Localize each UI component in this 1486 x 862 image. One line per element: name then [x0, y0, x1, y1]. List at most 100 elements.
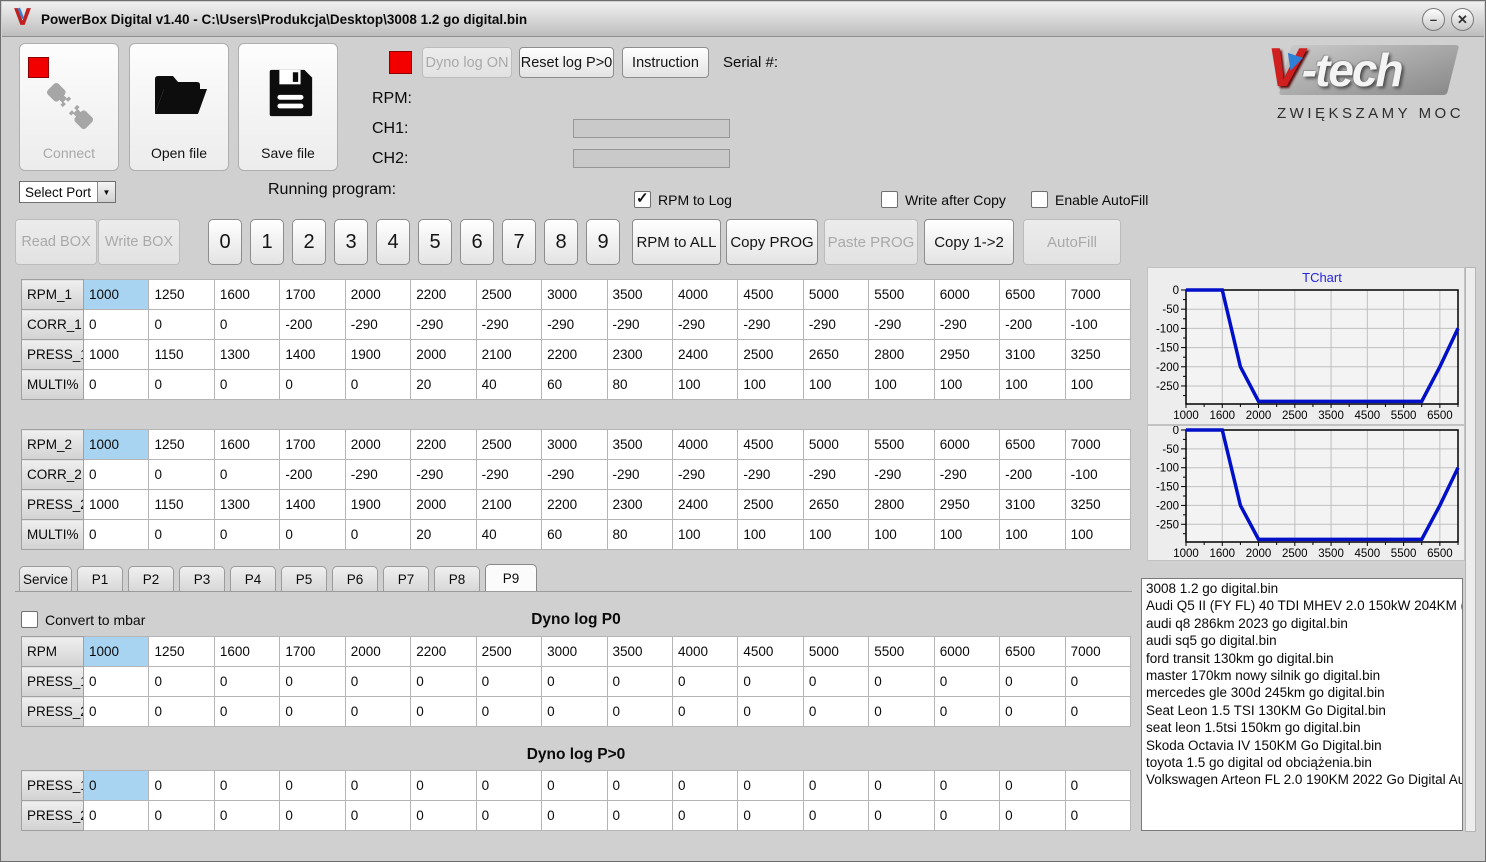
- digit-button-7[interactable]: 7: [502, 219, 536, 265]
- table-cell[interactable]: -290: [344, 459, 412, 490]
- table-cell[interactable]: 0: [802, 800, 870, 831]
- table-cell[interactable]: -290: [410, 309, 477, 340]
- file-list-item[interactable]: mercedes gle 300d 245km go digital.bin: [1146, 684, 1462, 701]
- table-cell[interactable]: 0: [802, 696, 870, 727]
- file-list-item[interactable]: audi q8 286km 2023 go digital.bin: [1146, 615, 1462, 632]
- table-cell[interactable]: 2000: [344, 429, 412, 460]
- table-cell[interactable]: 100: [868, 369, 935, 400]
- table-cell[interactable]: 1700: [279, 429, 346, 460]
- table-cell[interactable]: 0: [279, 696, 346, 727]
- table-cell[interactable]: 6500: [999, 636, 1066, 667]
- table-cell[interactable]: -290: [868, 309, 935, 340]
- table-cell[interactable]: 0: [1064, 770, 1132, 801]
- tab-p1[interactable]: P1: [77, 566, 124, 592]
- table-cell[interactable]: -290: [475, 309, 543, 340]
- reset-log-button[interactable]: Reset log P>0: [519, 47, 614, 78]
- table-cell[interactable]: 2200: [410, 279, 477, 310]
- table-cell[interactable]: -290: [933, 309, 1001, 340]
- table-cell[interactable]: 0: [475, 800, 543, 831]
- table-cell[interactable]: 3000: [541, 636, 608, 667]
- table-cell[interactable]: 0: [541, 800, 608, 831]
- table-cell[interactable]: 2300: [606, 489, 673, 520]
- table-cell[interactable]: 0: [1064, 800, 1132, 831]
- table-cell[interactable]: 0: [737, 770, 804, 801]
- table-cell[interactable]: 4000: [671, 636, 739, 667]
- table-cell[interactable]: 0: [148, 666, 215, 697]
- table-cell[interactable]: -100: [1064, 309, 1132, 340]
- table-cell[interactable]: 1000: [82, 339, 150, 370]
- table-cell[interactable]: 100: [737, 519, 804, 550]
- table-cell[interactable]: 2650: [802, 339, 870, 370]
- table-cell[interactable]: 0: [213, 309, 281, 340]
- table-cell[interactable]: 3100: [999, 489, 1066, 520]
- instruction-button[interactable]: Instruction: [622, 47, 709, 78]
- table-cell[interactable]: 0: [475, 770, 543, 801]
- table-cell[interactable]: -290: [475, 459, 543, 490]
- tab-p6[interactable]: P6: [332, 566, 379, 592]
- table-cell[interactable]: 0: [148, 369, 215, 400]
- select-port-dropdown[interactable]: Select Port ▼: [19, 181, 116, 203]
- table-cell[interactable]: 5000: [802, 636, 870, 667]
- digit-button-8[interactable]: 8: [544, 219, 578, 265]
- table-cell[interactable]: 1150: [148, 489, 215, 520]
- tab-p5[interactable]: P5: [281, 566, 328, 592]
- table-cell[interactable]: -290: [410, 459, 477, 490]
- file-list-item[interactable]: Skoda Octavia IV 150KM Go Digital.bin: [1146, 737, 1462, 754]
- file-list-item[interactable]: master 170km nowy silnik go digital.bin: [1146, 667, 1462, 684]
- table-cell[interactable]: 1600: [213, 636, 281, 667]
- table-cell[interactable]: 0: [148, 770, 215, 801]
- table-cell[interactable]: 0: [279, 800, 346, 831]
- table-cell[interactable]: 0: [213, 800, 281, 831]
- table-cell[interactable]: 4500: [737, 636, 804, 667]
- table-cell[interactable]: 0: [1064, 666, 1132, 697]
- panel-splitter[interactable]: [1465, 267, 1476, 832]
- table-cell[interactable]: 6000: [933, 279, 1001, 310]
- table-cell[interactable]: 0: [410, 770, 477, 801]
- tab-service[interactable]: Service: [19, 566, 73, 592]
- tab-p7[interactable]: P7: [383, 566, 430, 592]
- table-cell[interactable]: 0: [82, 459, 150, 490]
- file-list-item[interactable]: Volkswagen Arteon FL 2.0 190KM 2022 Go D…: [1146, 771, 1462, 788]
- table-cell[interactable]: 100: [737, 369, 804, 400]
- titlebar[interactable]: PowerBox Digital v1.40 - C:\Users\Produk…: [2, 2, 1484, 37]
- table-cell[interactable]: 0: [541, 696, 608, 727]
- table-cell[interactable]: 0: [279, 519, 346, 550]
- table-cell[interactable]: -200: [279, 309, 346, 340]
- table-cell[interactable]: 3250: [1064, 489, 1132, 520]
- table-cell[interactable]: 6500: [999, 279, 1066, 310]
- table-cell[interactable]: 0: [410, 696, 477, 727]
- table-cell[interactable]: 0: [344, 519, 412, 550]
- digit-button-6[interactable]: 6: [460, 219, 494, 265]
- table-cell[interactable]: 100: [999, 519, 1066, 550]
- table-cell[interactable]: 3000: [541, 429, 608, 460]
- table-cell[interactable]: 100: [999, 369, 1066, 400]
- table-cell[interactable]: 1000: [82, 489, 150, 520]
- table-cell[interactable]: 2950: [933, 489, 1001, 520]
- tab-p2[interactable]: P2: [128, 566, 175, 592]
- table-cell[interactable]: 1600: [213, 429, 281, 460]
- table-cell[interactable]: 0: [868, 666, 935, 697]
- table-cell[interactable]: 0: [82, 800, 150, 831]
- table-cell[interactable]: 80: [606, 519, 673, 550]
- table-cell[interactable]: 3000: [541, 279, 608, 310]
- table-cell[interactable]: 2100: [475, 339, 543, 370]
- table-cell[interactable]: 0: [213, 369, 281, 400]
- table-cell[interactable]: 0: [868, 770, 935, 801]
- table-cell[interactable]: 0: [344, 770, 412, 801]
- digit-button-9[interactable]: 9: [586, 219, 620, 265]
- table-cell[interactable]: 1600: [213, 279, 281, 310]
- table-cell[interactable]: 0: [933, 666, 1001, 697]
- table-cell[interactable]: 0: [148, 800, 215, 831]
- table-cell[interactable]: 0: [279, 770, 346, 801]
- table-cell[interactable]: 100: [868, 519, 935, 550]
- table-cell[interactable]: -100: [1064, 459, 1132, 490]
- table-cell[interactable]: 0: [671, 666, 739, 697]
- table-cell[interactable]: 0: [737, 666, 804, 697]
- table-cell[interactable]: 4000: [671, 279, 739, 310]
- table-cell[interactable]: 1700: [279, 279, 346, 310]
- table-cell[interactable]: -290: [671, 459, 739, 490]
- table-cell[interactable]: 0: [475, 696, 543, 727]
- table-cell[interactable]: 2400: [671, 489, 739, 520]
- table-cell[interactable]: 5500: [868, 636, 935, 667]
- table-cell[interactable]: 3500: [606, 429, 673, 460]
